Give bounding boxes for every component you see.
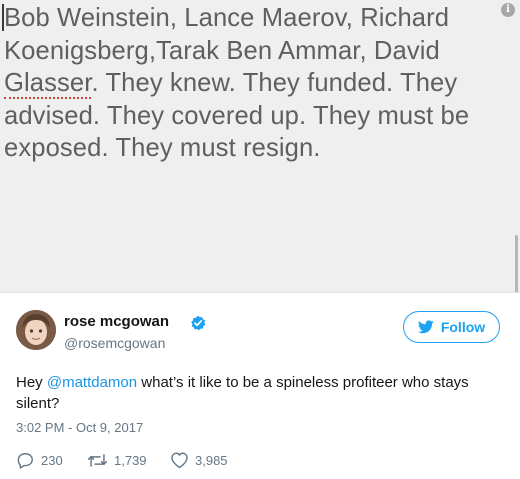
tweet-text: Hey @mattdamon what’s it like to be a sp…	[16, 372, 496, 414]
note-line-4: advised. They covered up. They must be	[4, 101, 470, 130]
reply-icon	[17, 452, 33, 469]
timestamp[interactable]: 3:02 PM - Oct 9, 2017	[16, 420, 143, 435]
info-icon[interactable]: i	[501, 3, 515, 17]
retweet-icon	[87, 453, 108, 467]
retweet-action[interactable]: 1,739	[87, 449, 147, 471]
follow-label: Follow	[440, 319, 486, 335]
divider	[0, 292, 520, 293]
note-line-1: Bob Weinstein, Lance Maerov, Richard	[4, 4, 450, 32]
like-count: 3,985	[195, 452, 228, 468]
note-body: Bob Weinstein, Lance Maerov, Richard Koe…	[4, 2, 504, 165]
reply-action[interactable]: 230	[16, 449, 63, 471]
avatar[interactable]	[16, 310, 56, 350]
tweet-text-start: Hey	[16, 374, 47, 391]
retweet-count: 1,739	[114, 452, 147, 468]
mention-link[interactable]: @mattdamon	[47, 374, 137, 391]
avatar-image	[16, 310, 56, 350]
note-line-2: Koenigsberg,Tarak Ben Ammar, David	[4, 36, 440, 65]
display-name[interactable]: rose mcgowan	[64, 313, 169, 330]
note-line-5: exposed. They must resign.	[4, 134, 321, 162]
misspelled-word: Glasser	[4, 69, 92, 99]
follow-button[interactable]: Follow	[403, 311, 500, 343]
twitter-bird-icon	[417, 320, 434, 334]
handle[interactable]: @rosemcgowan	[64, 335, 165, 351]
scrollbar[interactable]	[515, 235, 518, 292]
like-action[interactable]: 3,985	[170, 449, 228, 471]
verified-icon	[191, 315, 206, 331]
reply-count: 230	[41, 452, 63, 468]
notes-screenshot: Bob Weinstein, Lance Maerov, Richard Koe…	[0, 0, 520, 292]
heart-icon	[171, 452, 188, 469]
note-line-3: . They knew. They funded. They	[91, 69, 458, 97]
